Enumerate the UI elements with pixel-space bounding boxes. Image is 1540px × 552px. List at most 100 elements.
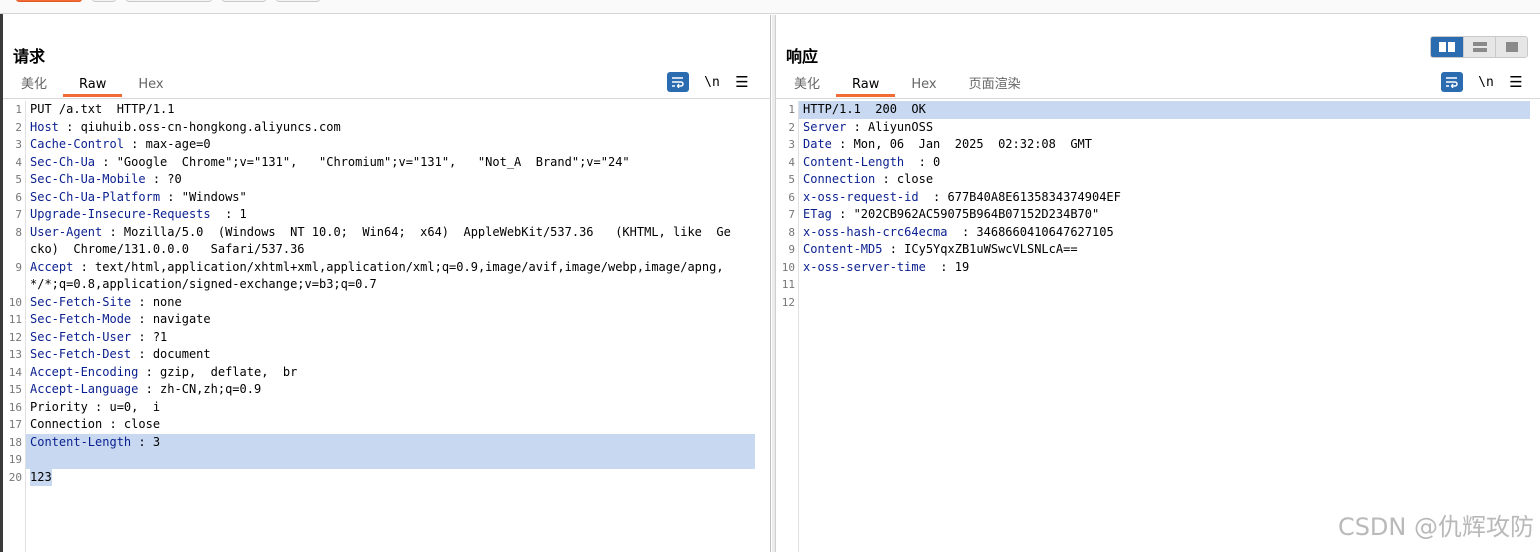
request-editor[interactable]: 1 PUT /a.txt HTTP/1.1 2 Host : qiuhuib.oss-… bbox=[3, 101, 770, 552]
show-newlines-button[interactable]: \n bbox=[1477, 75, 1495, 90]
line-content: Upgrade-Insecure-Requests : 1 bbox=[26, 206, 755, 224]
response-lines: 1 HTTP/1.1 200 OK 2 Server : AliyunOSS 3 Date… bbox=[776, 101, 1540, 311]
line-content: Sec-Ch-Ua : "Google Chrome";v="131", "Ch… bbox=[26, 154, 755, 172]
header-value: : zh-CN,zh;q=0.9 bbox=[138, 382, 262, 396]
line-number: 4 bbox=[15, 155, 22, 169]
line-number: 12 bbox=[781, 295, 795, 309]
header-name: Accept-Language bbox=[30, 382, 139, 396]
single-pane-icon bbox=[1505, 42, 1518, 52]
code-line: 8 User-Agent : Mozilla/5.0 (Windows NT 10… bbox=[3, 224, 770, 259]
line-number: 6 bbox=[788, 190, 795, 204]
line-number: 9 bbox=[15, 260, 22, 274]
header-value: : 677B40A8E6135834374904EF bbox=[918, 189, 1121, 204]
header-name: Host bbox=[30, 119, 59, 134]
line-number: 19 bbox=[8, 453, 22, 466]
header-name: Accept-Encoding bbox=[30, 364, 139, 379]
header-value: : close bbox=[875, 172, 934, 186]
line-content bbox=[799, 276, 1530, 294]
code-line: 17 Connection : close bbox=[3, 416, 770, 434]
code-line: 3 Cache-Control : max-age=0 bbox=[3, 136, 770, 154]
header-value: : 0 bbox=[904, 154, 941, 169]
line-content: Server : AliyunOSS bbox=[799, 119, 1530, 137]
header-value: : document bbox=[131, 347, 211, 361]
header-name: Sec-Fetch-User bbox=[30, 329, 132, 344]
code-line: 2 Server : AliyunOSS bbox=[776, 119, 1540, 137]
tab-pretty[interactable]: 美化 bbox=[786, 75, 836, 97]
line-number: 10 bbox=[8, 295, 22, 309]
line-text: Connection : close bbox=[30, 417, 161, 431]
header-value: : "202CB962AC59075B964B07152D234B70" bbox=[831, 207, 1100, 221]
menu-icon[interactable]: ☰ bbox=[735, 73, 749, 91]
header-name: x-oss-hash-crc64ecma bbox=[803, 224, 948, 239]
tab-pretty[interactable]: 美化 bbox=[13, 75, 63, 97]
request-title: 请求 bbox=[13, 47, 46, 66]
header-value: : navigate bbox=[131, 312, 211, 326]
header-value: : 3 bbox=[131, 434, 161, 449]
code-line: 3 Date : Mon, 06 Jan 2025 02:32:08 GMT bbox=[776, 136, 1540, 154]
header-name: ETag bbox=[803, 207, 832, 221]
code-line: 13 Sec-Fetch-Dest : document bbox=[3, 346, 770, 364]
line-number: 11 bbox=[781, 278, 795, 291]
code-line: 8 x-oss-hash-crc64ecma : 3468660410647627… bbox=[776, 224, 1540, 242]
toolbar-button[interactable] bbox=[276, 0, 320, 2]
header-name: Upgrade-Insecure-Requests bbox=[30, 207, 211, 221]
line-number: 3 bbox=[788, 138, 795, 151]
code-line: 10 x-oss-server-time : 19 bbox=[776, 259, 1540, 277]
line-number: 7 bbox=[15, 208, 22, 221]
show-newlines-button[interactable]: \n bbox=[703, 75, 721, 90]
line-content: Accept : text/html,application/xhtml+xml… bbox=[26, 259, 755, 294]
toolbar-button[interactable] bbox=[92, 0, 116, 2]
tab-render[interactable]: 页面渲染 bbox=[953, 75, 1037, 97]
tab-raw[interactable]: Raw bbox=[836, 75, 896, 97]
line-content: Content-Length : 0 bbox=[799, 154, 1530, 172]
tab-divider bbox=[776, 98, 1540, 99]
header-value: : "Windows" bbox=[160, 189, 247, 204]
layout-single-button[interactable] bbox=[1495, 37, 1527, 57]
line-content bbox=[26, 451, 755, 469]
line-content: Sec-Fetch-Mode : navigate bbox=[26, 311, 755, 329]
header-value: : Mon, 06 Jan 2025 02:32:08 GMT bbox=[831, 137, 1092, 151]
tab-hex[interactable]: Hex bbox=[895, 75, 952, 97]
request-panel: 请求 美化 Raw Hex \n ☰ 1 PUT /a.txt HTTP/1.1 2… bbox=[3, 15, 771, 552]
send-button[interactable] bbox=[16, 0, 82, 2]
line-content: Cache-Control : max-age=0 bbox=[26, 136, 755, 154]
header-name: Content-MD5 bbox=[803, 242, 883, 256]
line-content bbox=[799, 294, 1530, 312]
word-wrap-button[interactable] bbox=[667, 72, 689, 92]
code-line: 1 PUT /a.txt HTTP/1.1 bbox=[3, 101, 770, 119]
response-tools: \n ☰ bbox=[1441, 72, 1523, 92]
line-content: Connection : close bbox=[26, 416, 755, 434]
line-number: 2 bbox=[788, 120, 795, 134]
toolbar-button[interactable] bbox=[222, 0, 266, 2]
tab-raw[interactable]: Raw bbox=[63, 75, 123, 97]
line-content: Priority : u=0, i bbox=[26, 399, 755, 417]
header-name: User-Agent bbox=[30, 224, 103, 239]
layout-stacked-button[interactable] bbox=[1463, 37, 1495, 57]
header-value: : ?0 bbox=[145, 172, 182, 186]
header-name: Sec-Fetch-Dest bbox=[30, 347, 132, 361]
response-editor[interactable]: 1 HTTP/1.1 200 OK 2 Server : AliyunOSS 3 Date… bbox=[776, 101, 1540, 552]
code-line: 11 bbox=[776, 276, 1540, 294]
line-number: 15 bbox=[8, 383, 22, 396]
line-number: 5 bbox=[788, 173, 795, 186]
header-value: : gzip, deflate, br bbox=[138, 364, 298, 379]
word-wrap-button[interactable] bbox=[1441, 72, 1463, 92]
line-content: Sec-Ch-Ua-Platform : "Windows" bbox=[26, 189, 755, 207]
line-number: 1 bbox=[15, 103, 22, 116]
top-toolbar bbox=[0, 0, 1540, 14]
line-number: 10 bbox=[781, 260, 795, 274]
line-content: x-oss-request-id : 677B40A8E613583437490… bbox=[799, 189, 1530, 207]
wrap-icon bbox=[1446, 77, 1458, 88]
header-name: x-oss-request-id bbox=[803, 189, 919, 204]
header-name: Sec-Ch-Ua-Platform bbox=[30, 189, 161, 204]
code-line: 5 Connection : close bbox=[776, 171, 1540, 189]
line-number: 3 bbox=[15, 138, 22, 151]
layout-side-by-side-button[interactable] bbox=[1431, 37, 1463, 57]
layout-toggle bbox=[1430, 36, 1528, 58]
menu-icon[interactable]: ☰ bbox=[1509, 73, 1523, 91]
toolbar-button[interactable] bbox=[126, 0, 212, 2]
code-line: 9 Accept : text/html,application/xhtml+xm… bbox=[3, 259, 770, 294]
code-line: 5 Sec-Ch-Ua-Mobile : ?0 bbox=[3, 171, 770, 189]
line-content: Sec-Fetch-Site : none bbox=[26, 294, 755, 312]
tab-hex[interactable]: Hex bbox=[122, 75, 179, 97]
